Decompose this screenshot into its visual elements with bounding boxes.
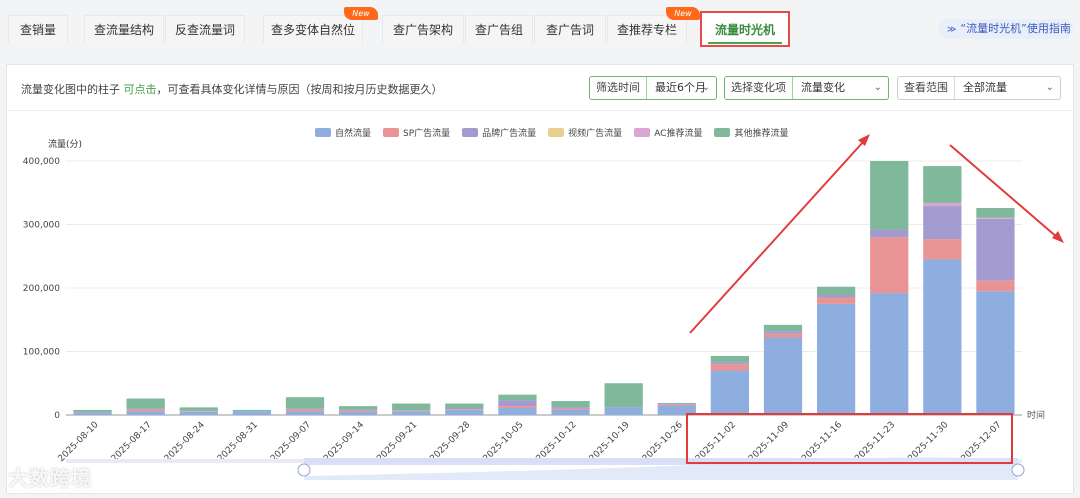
bar-segment[interactable]: [392, 411, 431, 415]
bar-segment[interactable]: [976, 217, 1015, 219]
watermark-logo: 大数跨境: [8, 466, 92, 490]
bar-segment[interactable]: [285, 411, 325, 415]
bar-segment[interactable]: [976, 218, 1015, 281]
bar-segment[interactable]: [923, 259, 962, 415]
bar-segment[interactable]: [710, 364, 750, 371]
bar-segment[interactable]: [338, 411, 378, 415]
bar-segment[interactable]: [179, 411, 218, 415]
bar-segment[interactable]: [763, 324, 803, 332]
bar-segment[interactable]: [923, 166, 962, 203]
bar-segment[interactable]: [392, 410, 431, 412]
bar-segment[interactable]: [976, 280, 1015, 292]
x-tick-label: 2025-10-05: [482, 420, 526, 464]
bar-segment[interactable]: [763, 333, 803, 338]
x-tick-label: 2025-10-19: [588, 420, 632, 464]
x-tick-label: 2025-08-31: [216, 420, 260, 464]
bar-segment[interactable]: [498, 408, 537, 415]
x-tick-label: 2025-10-26: [641, 420, 685, 464]
bar-segment[interactable]: [338, 406, 378, 410]
bar-segment[interactable]: [445, 409, 484, 410]
bar-segment[interactable]: [657, 402, 696, 404]
bar-segment[interactable]: [445, 408, 484, 410]
bar-segment[interactable]: [976, 207, 1015, 218]
bar-segment[interactable]: [285, 409, 325, 412]
bar-segment[interactable]: [816, 294, 856, 298]
bar-segment[interactable]: [816, 297, 856, 304]
bar-segment[interactable]: [126, 398, 165, 409]
bar-segment[interactable]: [551, 409, 590, 415]
x-tick-label: 2025-08-17: [110, 420, 154, 464]
y-tick-label: 300,000: [23, 221, 60, 231]
bar-segment[interactable]: [976, 291, 1015, 415]
x-tick-label: 2025-08-10: [57, 420, 101, 464]
bar-segment[interactable]: [498, 394, 537, 401]
y-axis-title: 流量(分): [48, 138, 82, 150]
bar-segment[interactable]: [763, 337, 803, 415]
bar-segment[interactable]: [498, 406, 537, 409]
bar-segment[interactable]: [604, 407, 643, 415]
zoom-handle-right[interactable]: [1011, 463, 1025, 477]
bar-segment[interactable]: [73, 409, 112, 413]
bar-segment[interactable]: [657, 404, 696, 406]
x-tick-label: 2025-09-21: [375, 420, 419, 464]
x-tick-label: 2025-11-23: [853, 420, 897, 464]
y-tick-label: 100,000: [23, 348, 60, 358]
x-tick-label: 2025-08-24: [163, 420, 207, 464]
bar-segment[interactable]: [232, 411, 272, 415]
bar-segment[interactable]: [126, 411, 165, 415]
bar-segment[interactable]: [923, 202, 962, 207]
bar-segment[interactable]: [870, 237, 909, 294]
bar-segment[interactable]: [923, 206, 962, 240]
bar-segment[interactable]: [445, 409, 484, 415]
bar-segment[interactable]: [179, 411, 218, 412]
bar-segment[interactable]: [285, 397, 325, 409]
bar-segment[interactable]: [73, 412, 112, 415]
annotation-arrow-head: [1052, 231, 1064, 243]
bar-segment[interactable]: [870, 161, 909, 230]
bar-segment[interactable]: [126, 408, 165, 410]
bar-segment[interactable]: [657, 403, 696, 405]
bar-segment[interactable]: [816, 303, 856, 415]
bar-segment[interactable]: [763, 331, 803, 334]
bar-segment[interactable]: [232, 409, 272, 412]
bar-segment[interactable]: [285, 408, 325, 410]
bar-segment[interactable]: [923, 239, 962, 260]
x-tick-label: 2025-11-02: [694, 420, 738, 464]
x-tick-label: 2025-11-16: [800, 420, 844, 464]
bar-segment[interactable]: [870, 293, 909, 415]
bar-segment[interactable]: [551, 401, 590, 408]
x-tick-label: 2025-09-07: [269, 420, 313, 464]
bar-segment[interactable]: [551, 407, 590, 409]
bar-segment[interactable]: [551, 408, 590, 410]
x-tick-label: 2025-12-07: [960, 420, 1004, 464]
bar-segment[interactable]: [816, 286, 856, 295]
x-tick-label: 2025-10-12: [535, 420, 579, 464]
stacked-bar-chart: 流量(分) 0 100,000 200,000 300,000 400,000 时间 2025…: [23, 134, 1064, 480]
bar-segment[interactable]: [445, 403, 484, 409]
bar-segment[interactable]: [710, 370, 750, 415]
bar-segment[interactable]: [392, 403, 431, 411]
y-tick-label: 0: [54, 411, 60, 421]
x-tick-label: 2025-09-28: [428, 420, 472, 464]
zoom-handle-left[interactable]: [297, 463, 311, 477]
bar-segment[interactable]: [498, 400, 537, 407]
bar-segment[interactable]: [126, 409, 165, 412]
x-tick-label: 2025-09-14: [322, 420, 366, 464]
bar-segment[interactable]: [710, 362, 750, 365]
bar-segment[interactable]: [338, 409, 378, 412]
x-axis-title: 时间: [1027, 409, 1045, 421]
x-tick-label: 2025-11-09: [747, 420, 791, 464]
y-tick-label: 400,000: [23, 157, 60, 167]
y-tick-label: 200,000: [23, 284, 60, 294]
bar-segment[interactable]: [870, 229, 909, 238]
bar-segment[interactable]: [710, 355, 750, 363]
bar-segment[interactable]: [604, 383, 643, 408]
bar-segment[interactable]: [179, 407, 218, 411]
